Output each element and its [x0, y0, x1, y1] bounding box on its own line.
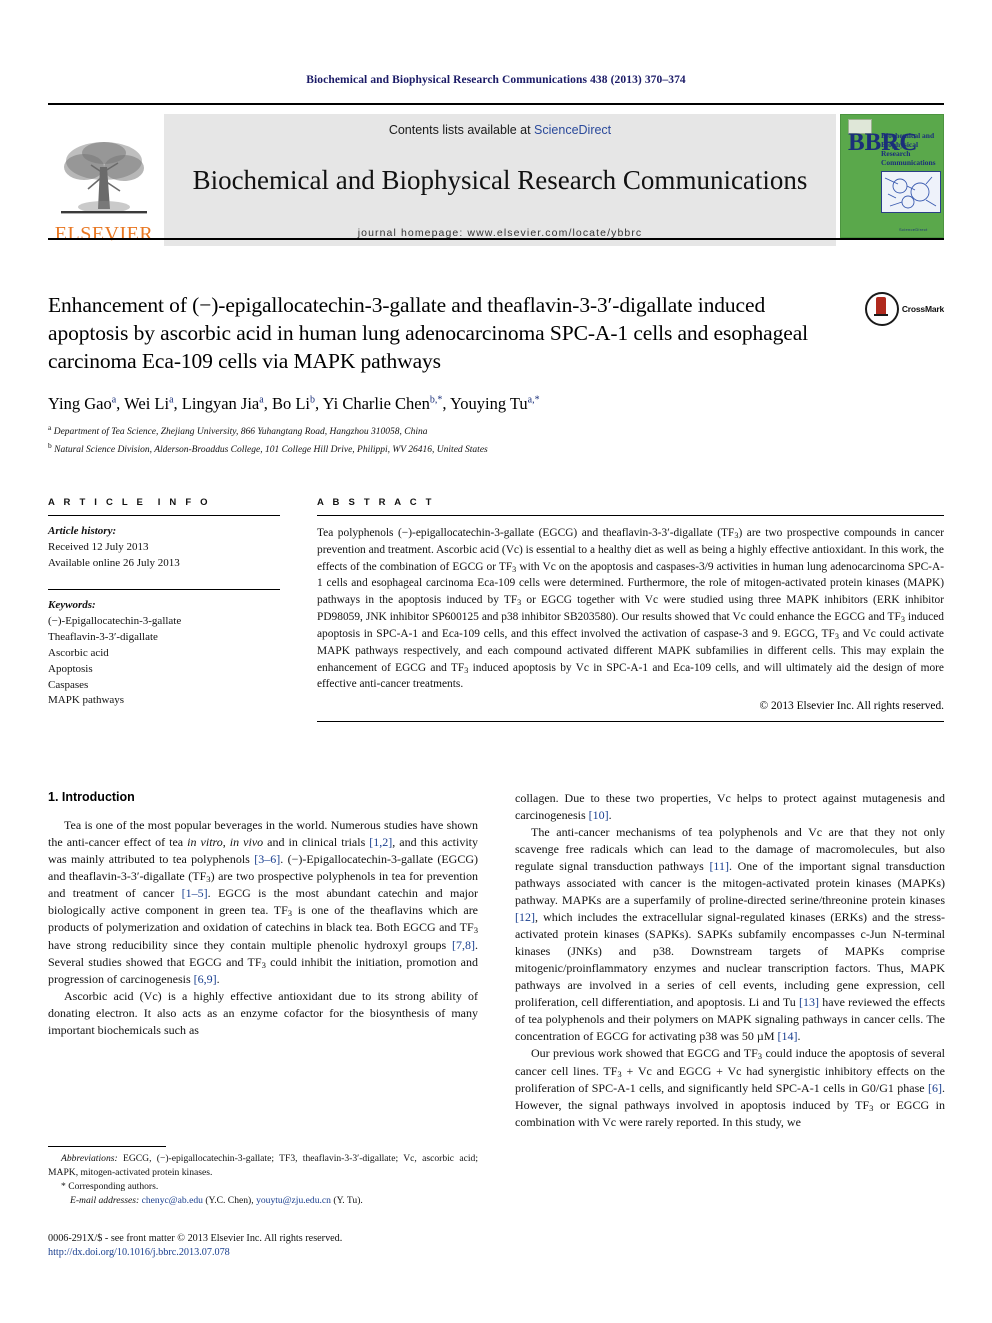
- footnote-block: Abbreviations: EGCG, (−)-epigallocatechi…: [48, 1146, 478, 1207]
- cover-journal-title: Biochemical and Biophysical Research Com…: [881, 131, 936, 168]
- article-info-column: A R T I C L E I N F O Article history: R…: [48, 497, 280, 722]
- journal-band: Contents lists available at ScienceDirec…: [164, 114, 836, 246]
- article-history-label: Article history:: [48, 525, 117, 537]
- cover-footer-text: ScienceDirect: [899, 227, 928, 232]
- article-page: Biochemical and Biophysical Research Com…: [0, 0, 992, 1323]
- author-affiliation-marker: a,*: [527, 394, 540, 406]
- abbreviations-note: Abbreviations: EGCG, (−)-epigallocatechi…: [48, 1152, 478, 1179]
- sciencedirect-link[interactable]: ScienceDirect: [534, 123, 611, 137]
- email-owner-chen: (Y.C. Chen),: [205, 1194, 254, 1206]
- crossmark-icon: [864, 292, 899, 326]
- keywords-block: Keywords: (−)-Epigallocatechin-3-gallate…: [48, 581, 280, 710]
- abstract-heading: A B S T R A C T: [317, 497, 435, 508]
- paragraph: Our previous work showed that EGCG and T…: [515, 1046, 945, 1129]
- keyword-item: Apoptosis: [48, 662, 93, 675]
- title-block: CrossMark Enhancement of (−)-epigallocat…: [48, 292, 944, 458]
- journal-cover: BBRC Biochemical and Biophysical Researc…: [840, 114, 944, 246]
- elsevier-tree-icon: [61, 142, 147, 214]
- abbreviations-label: Abbreviations:: [61, 1153, 118, 1164]
- journal-masthead: ELSEVIER Contents lists available at Sci…: [48, 103, 944, 246]
- affiliation-marker-b: b: [48, 441, 52, 451]
- article-history-block: Article history: Received 12 July 2013 A…: [48, 516, 280, 572]
- paragraph: The anti-cancer mechanisms of tea polyph…: [515, 825, 946, 1044]
- article-history-available: Available online 26 July 2013: [48, 556, 180, 569]
- email-owner-tu: (Y. Tu).: [333, 1194, 363, 1206]
- paragraph: Ascorbic acid (Vc) is a highly effective…: [48, 988, 478, 1037]
- footnote-rule: [48, 1146, 166, 1147]
- keywords-label: Keywords:: [48, 598, 96, 611]
- keywords-rule: [48, 588, 280, 590]
- email-addresses-label: E-mail addresses:: [70, 1194, 140, 1206]
- abstract-column: A B S T R A C T Tea polyphenols (−)-epig…: [317, 497, 945, 723]
- paragraph: collagen. Due to these two properties, V…: [515, 791, 945, 823]
- body-column-right: collagen. Due to these two properties, V…: [515, 790, 945, 1131]
- corresponding-authors-note: * Corresponding authors.: [61, 1181, 159, 1193]
- cover-cell-illustration-icon: [884, 176, 937, 209]
- author-affiliation-marker: b,*: [429, 394, 443, 406]
- affiliation-a: a Department of Tea Science, Zhejiang Un…: [48, 423, 428, 438]
- journal-cover-image: BBRC Biochemical and Biophysical Researc…: [840, 114, 944, 238]
- contents-prefix: Contents lists available at: [388, 123, 535, 137]
- crossmark-badge[interactable]: CrossMark: [864, 292, 944, 326]
- keyword-item: (−)-Epigallocatechin-3-gallate: [48, 614, 182, 627]
- author-affiliation-marker: a: [169, 394, 174, 406]
- doi-link[interactable]: http://dx.doi.org/10.1016/j.bbrc.2013.07…: [48, 1246, 508, 1260]
- abstract-bottom-rule: [317, 721, 944, 723]
- author-affiliation-marker: a: [111, 394, 117, 406]
- crossmark-label: CrossMark: [901, 304, 944, 314]
- contents-available-line: Contents lists available at ScienceDirec…: [164, 123, 836, 137]
- elsevier-wordmark: ELSEVIER: [54, 223, 154, 245]
- article-history-received: Received 12 July 2013: [48, 540, 149, 553]
- issn-line: 0006-291X/$ - see front matter © 2013 El…: [48, 1233, 343, 1244]
- keyword-item: Ascorbic acid: [48, 646, 109, 659]
- info-abstract-region: A R T I C L E I N F O Article history: R…: [48, 497, 945, 723]
- author-affiliation-marker: b: [309, 394, 315, 406]
- abstract-copyright: © 2013 Elsevier Inc. All rights reserved…: [759, 700, 944, 713]
- email-link-chen[interactable]: chenyc@ab.edu: [142, 1195, 203, 1206]
- abstract-text: Tea polyphenols (−)-epigallocatechin-3-g…: [317, 527, 945, 691]
- section-heading-introduction: 1. Introduction: [48, 790, 135, 804]
- author-list: Ying Gaoa, Wei Lia, Lingyan Jiaa, Bo Lib…: [48, 393, 540, 413]
- page-title: Enhancement of (−)-epigallocatechin-3-ga…: [48, 293, 809, 373]
- keyword-item: Caspases: [48, 678, 89, 691]
- affiliation-b: b Natural Science Division, Alderson-Bro…: [48, 441, 488, 456]
- email-link-tu[interactable]: youytu@zju.edu.cn: [256, 1195, 331, 1206]
- author-affiliation-marker: a: [259, 394, 264, 406]
- keyword-item: MAPK pathways: [48, 694, 125, 707]
- body-columns: 1. Introduction Tea is one of the most p…: [48, 790, 945, 1131]
- elsevier-logo: ELSEVIER: [48, 114, 160, 246]
- article-info-heading: A R T I C L E I N F O: [48, 497, 211, 508]
- masthead-bottom-rule: [48, 238, 944, 240]
- cover-photo: [881, 171, 941, 213]
- paragraph: Tea is one of the most popular beverages…: [48, 818, 479, 986]
- email-addresses-note: E-mail addresses: chenyc@ab.edu (Y.C. Ch…: [48, 1194, 478, 1208]
- journal-title: Biochemical and Biophysical Research Com…: [192, 165, 808, 196]
- running-head: Biochemical and Biophysical Research Com…: [306, 74, 686, 86]
- imprint-block: 0006-291X/$ - see front matter © 2013 El…: [48, 1232, 508, 1261]
- affiliation-marker-a: a: [48, 423, 52, 433]
- keyword-item: Theaflavin-3-3′-digallate: [48, 630, 158, 643]
- body-column-left: 1. Introduction Tea is one of the most p…: [48, 790, 478, 1131]
